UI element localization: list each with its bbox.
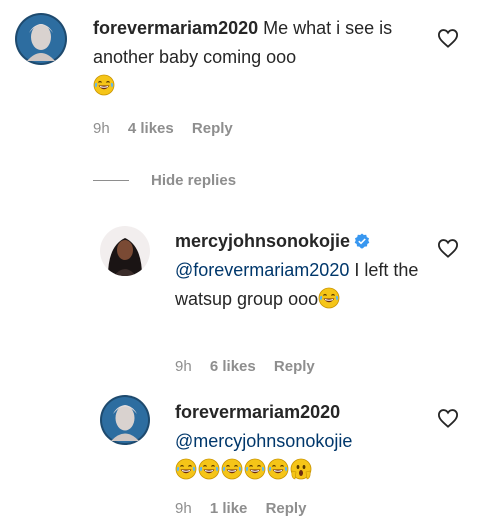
avatar[interactable] [100,226,150,276]
laugh-emoji [318,287,340,309]
likes-count[interactable]: 1 like [210,500,248,517]
comment-meta: 9h 6 likes Reply [175,358,329,375]
heart-outline-icon[interactable] [437,238,459,258]
reply-button[interactable]: Reply [266,500,307,517]
comment-text: forevermariam2020 Me what i see is anoth… [93,14,423,101]
heart-outline-icon[interactable] [437,408,459,428]
username[interactable]: forevermariam2020 [93,18,258,38]
screaming-emoji [290,458,312,480]
reply-button[interactable]: Reply [192,120,233,137]
laugh-emoji [267,458,289,480]
username[interactable]: forevermariam2020 [175,402,340,422]
likes-count[interactable]: 6 likes [210,358,256,375]
avatar[interactable] [15,13,67,65]
comment-text: mercyjohnsonokojie @forevermariam2020 I … [175,227,425,314]
timestamp: 9h [175,358,192,375]
laugh-emoji [221,458,243,480]
timestamp: 9h [175,500,192,517]
comment-meta: 9h 1 like Reply [175,500,320,517]
verified-badge-icon [354,233,370,249]
likes-count[interactable]: 4 likes [128,120,174,137]
mention-link[interactable]: @forevermariam2020 [175,260,349,280]
laugh-emoji [175,458,197,480]
hide-replies-button[interactable]: Hide replies [93,168,236,192]
mention-link[interactable]: @mercyjohnsonokojie [175,431,352,451]
username[interactable]: mercyjohnsonokojie [175,231,350,251]
heart-outline-icon[interactable] [437,28,459,48]
hide-replies-label: Hide replies [151,171,237,189]
comment-text: forevermariam2020 @mercyjohnsonokojie [175,398,425,485]
avatar[interactable] [100,395,150,445]
laugh-emoji [93,74,115,96]
laugh-emoji [198,458,220,480]
divider [93,179,129,181]
reply-button[interactable]: Reply [274,358,315,375]
comment-meta: 9h 4 likes Reply [93,120,247,137]
timestamp: 9h [93,120,110,137]
laugh-emoji [244,458,266,480]
